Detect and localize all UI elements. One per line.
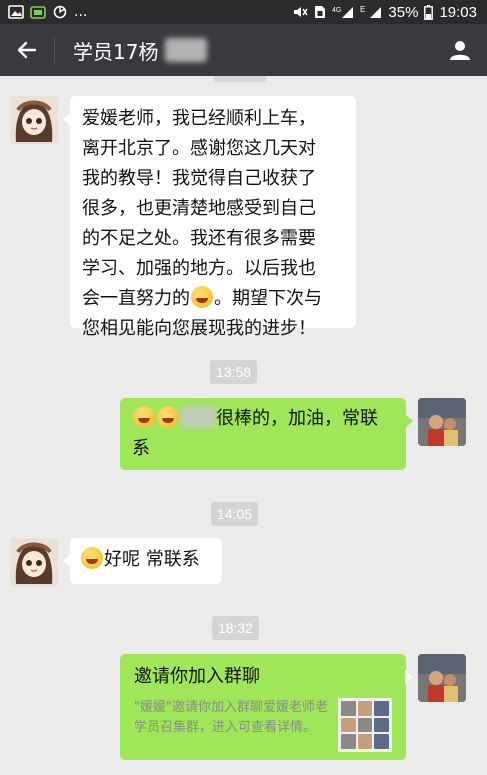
battery-icon — [424, 4, 434, 20]
photo-avatar-icon — [418, 654, 466, 702]
sender-avatar[interactable] — [10, 96, 58, 144]
my-avatar[interactable] — [418, 398, 466, 446]
mute-icon — [292, 5, 309, 19]
message-line: 很多，也更清楚地感受到自己 — [82, 198, 316, 219]
title-bar: 学员17杨 — [0, 24, 487, 76]
message-line: 我的教导！我觉得自己收获了 — [82, 168, 316, 189]
svg-text:E: E — [360, 5, 365, 14]
timestamp: 18:32 — [212, 616, 260, 640]
sim-icon — [314, 5, 326, 19]
overflow-notifications: ... — [74, 4, 88, 20]
title-redaction — [165, 37, 207, 62]
sweat-emoji-icon — [157, 406, 179, 428]
back-button[interactable] — [0, 24, 54, 76]
photo-avatar-icon — [418, 398, 466, 446]
anime-avatar-icon — [10, 538, 58, 586]
chat-title-text: 学员17杨 — [73, 39, 159, 64]
group-invite-card[interactable]: 邀请你加入群聊 "媛媛"邀请你加入群聊爱媛老师老学员召集群，进入可查看详情。 — [120, 654, 413, 760]
message-line: 系 — [132, 438, 150, 459]
chat-title: 学员17杨 — [73, 36, 433, 65]
chat-info-button[interactable] — [433, 24, 487, 76]
timestamp: 13:58 — [210, 360, 258, 384]
title-divider — [54, 37, 55, 63]
message-line: 很棒的，加油，常联 — [132, 404, 394, 434]
message-bubble-incoming[interactable]: 好呢 常联系 — [63, 538, 222, 584]
battery-percent: 35% — [388, 3, 419, 21]
name-redaction — [180, 406, 216, 428]
message-line: 会一直努力的 。期望下次与 — [82, 284, 344, 314]
sender-avatar[interactable] — [10, 538, 58, 586]
moments-notification-icon — [52, 5, 68, 19]
grin-emoji-icon — [191, 286, 213, 308]
card-body: "媛媛"邀请你加入群聊爱媛老师老学员召集群，进入可查看详情。 — [134, 698, 392, 752]
card-description: "媛媛"邀请你加入群聊爱媛老师老学员召集群，进入可查看详情。 — [134, 700, 328, 735]
clock: 19:03 — [439, 3, 477, 21]
message-line-part: 很棒的，加油，常联 — [216, 408, 378, 429]
message-line-part: 会一直努力的 — [82, 288, 190, 309]
signal-4g-icon: 4G — [332, 5, 354, 19]
message-bubble-incoming[interactable]: 爱媛老师，我已经顺利上车， 离开北京了。感谢您这几天对 我的教导！我觉得自己收获… — [63, 96, 356, 339]
card-title: 邀请你加入群聊 — [134, 666, 260, 687]
group-thumbnail — [338, 698, 392, 752]
app-notification-icon — [30, 5, 46, 19]
smile-emoji-icon — [81, 547, 103, 569]
anime-avatar-icon — [10, 96, 58, 144]
chat-area[interactable]: 爱媛老师，我已经顺利上车， 离开北京了。感谢您这几天对 我的教导！我觉得自己收获… — [0, 76, 487, 775]
timestamp: 14:05 — [211, 502, 259, 526]
image-notification-icon — [8, 5, 24, 19]
back-arrow-icon — [17, 41, 37, 59]
message-line: 爱媛老师，我已经顺利上车， — [82, 108, 316, 129]
person-icon — [450, 41, 470, 60]
status-right-icons: 4G E 35% 19:03 — [292, 4, 477, 21]
message-line: 的不足之处。我还有很多需要 — [82, 228, 316, 249]
message-bubble-outgoing[interactable]: 很棒的，加油，常联 系 — [120, 398, 413, 470]
signal-e-icon: E — [360, 5, 382, 19]
previous-timestamp-stub — [214, 76, 266, 82]
message-line: 学习、加强的地方。以后我也 — [82, 258, 316, 279]
message-text: 好呢 常联系 — [104, 549, 200, 570]
message-line-part: 。期望下次与 — [214, 288, 322, 309]
sweat-emoji-icon — [133, 406, 155, 428]
message-line: 离开北京了。感谢您这几天对 — [82, 138, 316, 159]
my-avatar[interactable] — [418, 654, 466, 702]
status-left-icons: ... — [8, 4, 87, 20]
message-line: 您相见能向您展现我的进步！ — [82, 318, 316, 339]
svg-text:4G: 4G — [332, 7, 341, 14]
status-bar: ... 4G E 35% 19:03 — [0, 0, 487, 24]
